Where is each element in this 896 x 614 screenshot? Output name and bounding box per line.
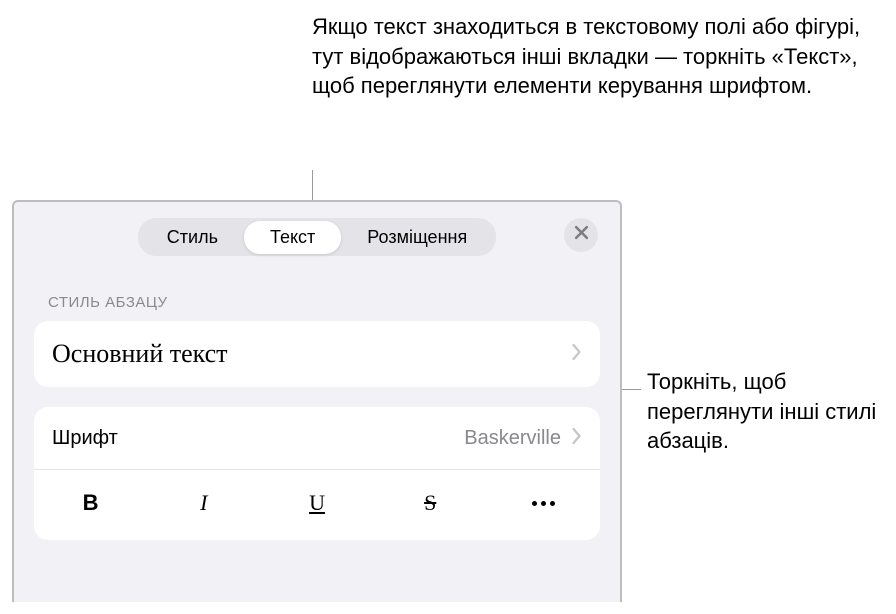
italic-button[interactable]: I: [147, 480, 260, 526]
tab-style[interactable]: Стиль: [141, 221, 244, 254]
segmented-control: Стиль Текст Розміщення: [138, 218, 496, 256]
chevron-right-icon: [571, 343, 582, 366]
underline-button[interactable]: U: [260, 480, 373, 526]
panel-header: Стиль Текст Розміщення: [14, 202, 620, 268]
more-options-button[interactable]: [487, 480, 600, 526]
font-value: Baskerville: [464, 427, 561, 450]
paragraph-style-value: Основний текст: [52, 339, 228, 369]
paragraph-style-card: Основний текст: [34, 321, 600, 387]
format-buttons-row: B I U S: [34, 469, 600, 540]
font-card: Шрифт Baskerville B I U S: [34, 407, 600, 540]
callout-top-text: Якщо текст знаходиться в текстовому полі…: [312, 12, 862, 101]
tab-arrange[interactable]: Розміщення: [341, 221, 493, 254]
callout-right-text: Торкніть, щоб переглянути інші стилі абз…: [647, 367, 887, 456]
close-button[interactable]: [564, 218, 598, 252]
tab-text[interactable]: Текст: [244, 221, 341, 254]
paragraph-style-header: СТИЛЬ АБЗАЦУ: [14, 268, 620, 321]
font-label: Шрифт: [52, 427, 118, 450]
chevron-right-icon: [571, 427, 582, 450]
strikethrough-button[interactable]: S: [374, 480, 487, 526]
font-row[interactable]: Шрифт Baskerville: [34, 407, 600, 469]
close-icon: [574, 225, 589, 245]
paragraph-style-row[interactable]: Основний текст: [34, 321, 600, 387]
bold-button[interactable]: B: [34, 480, 147, 526]
more-icon: [532, 501, 555, 506]
format-panel: Стиль Текст Розміщення СТИЛЬ АБЗАЦУ Осно…: [12, 200, 622, 602]
